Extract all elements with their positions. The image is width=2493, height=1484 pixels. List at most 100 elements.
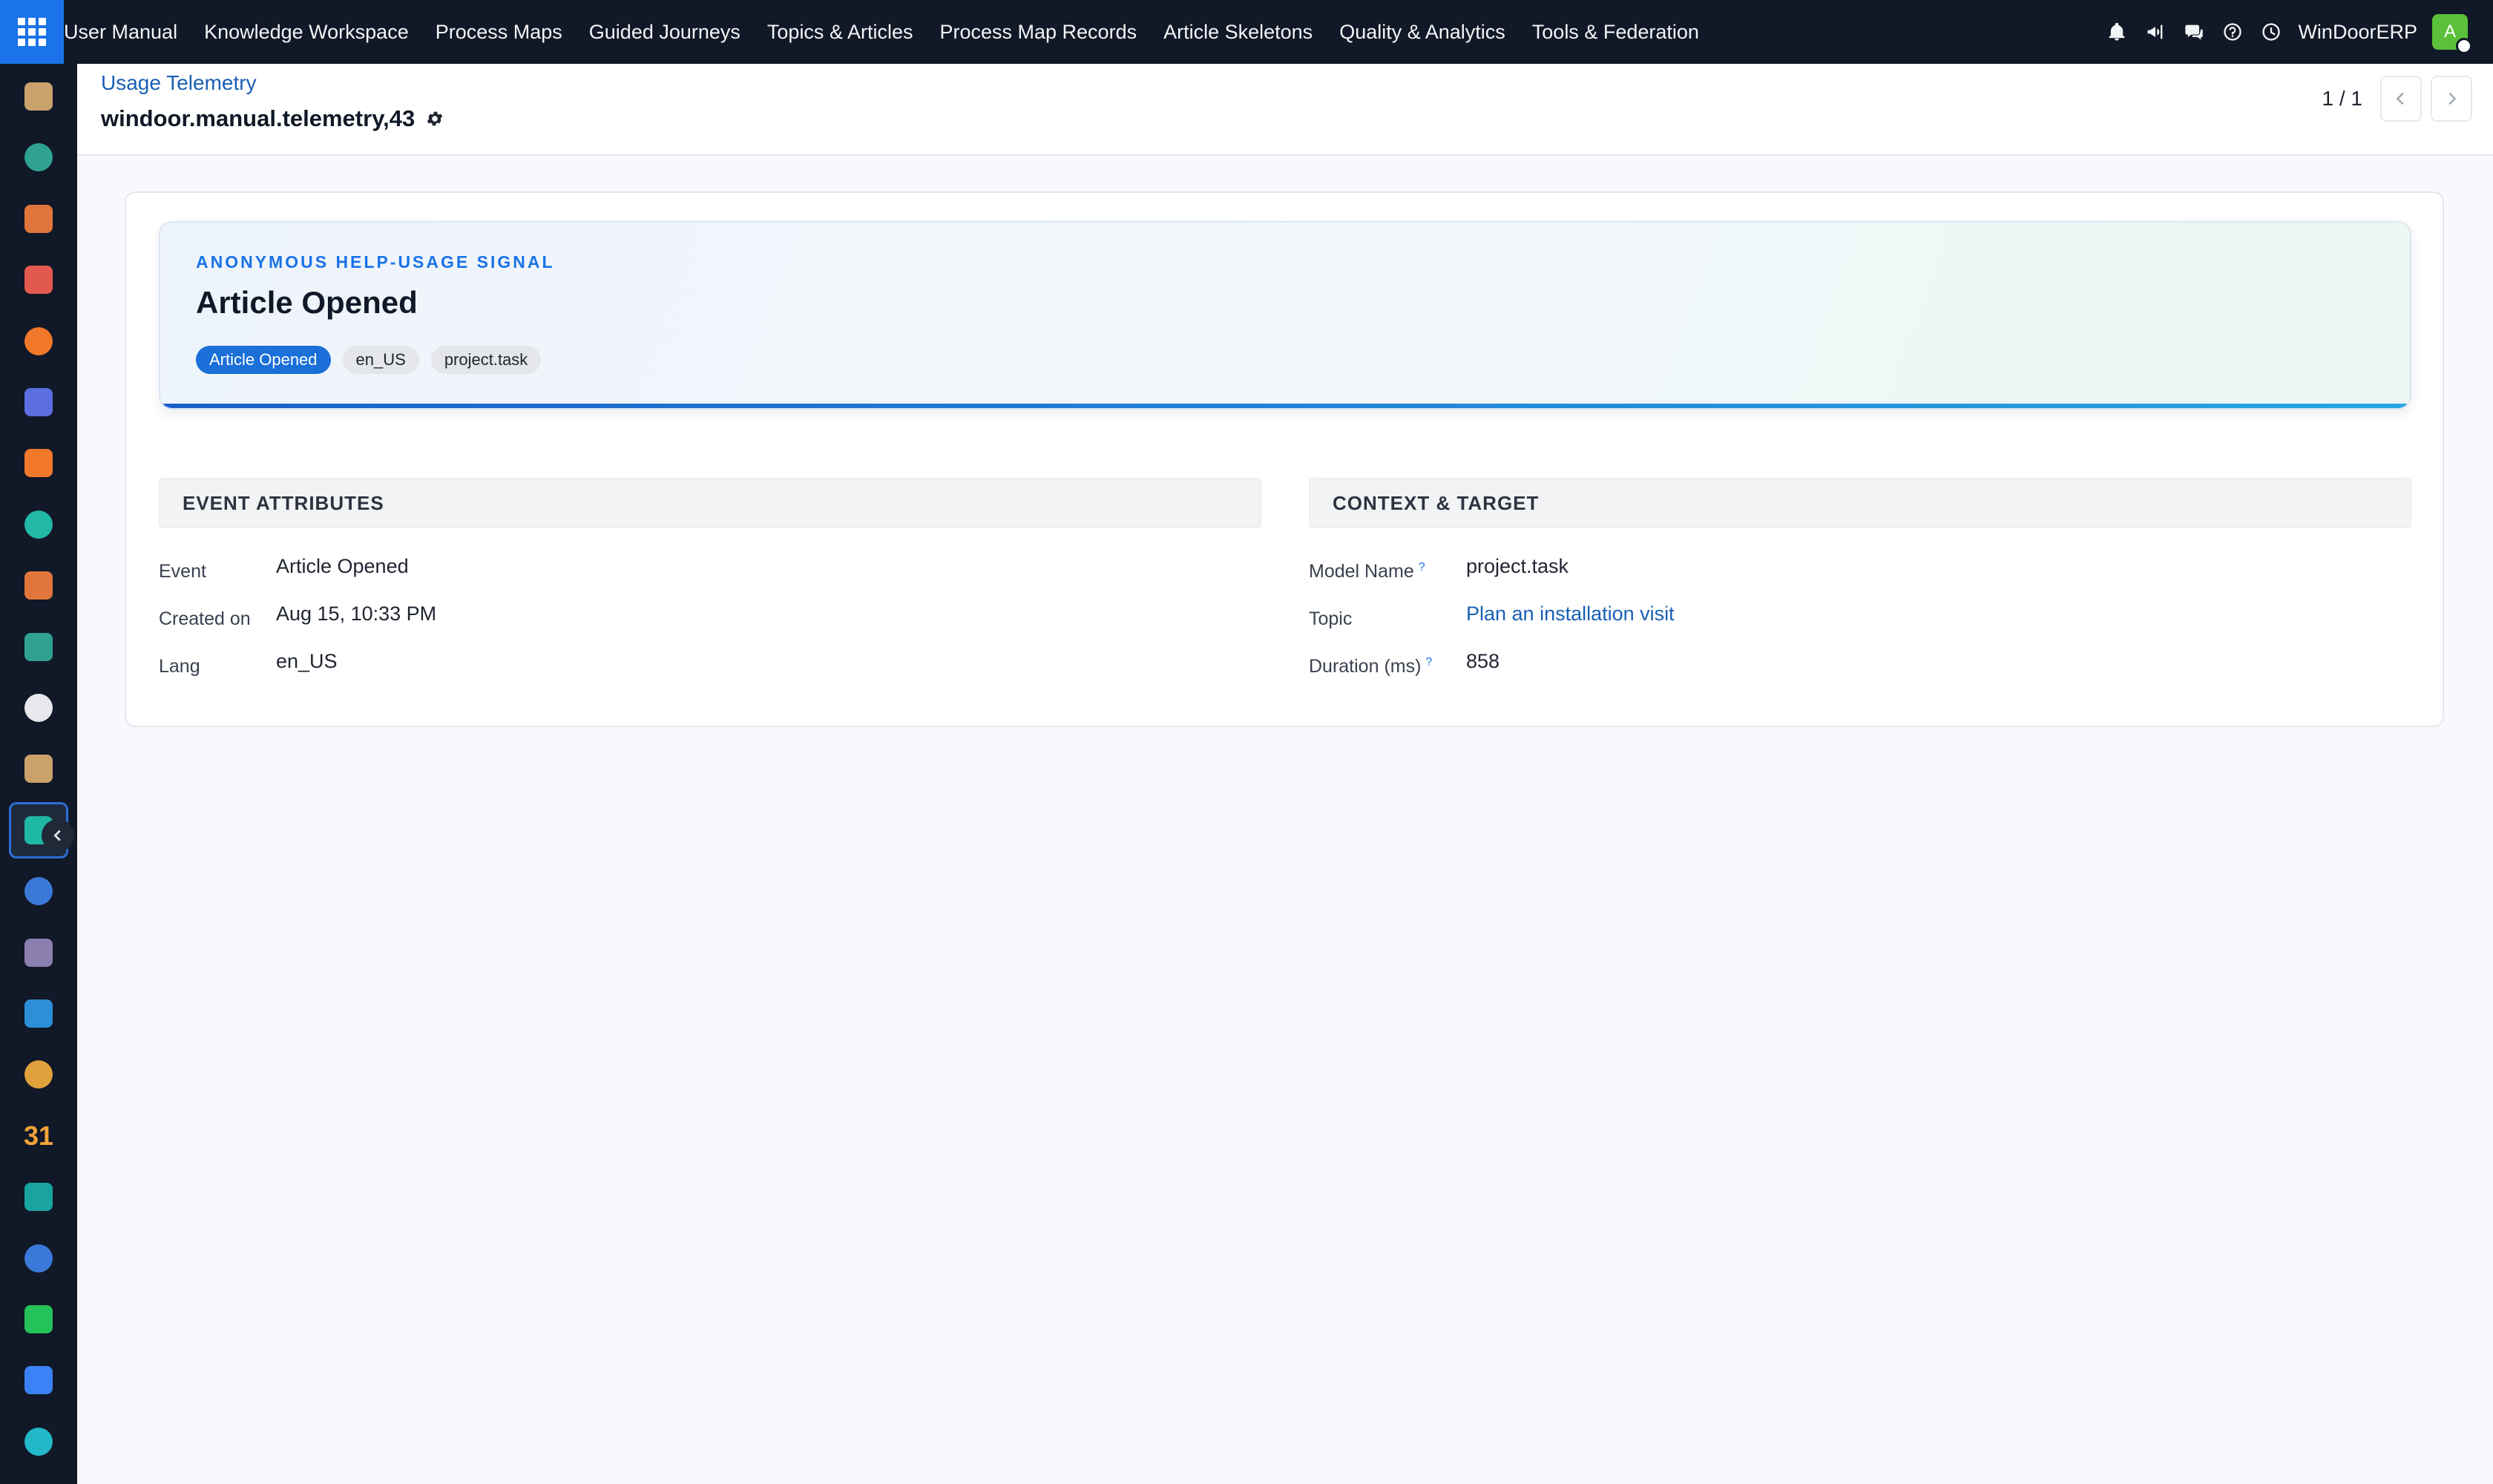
tag-lang: en_US xyxy=(342,346,419,374)
chevron-right-icon xyxy=(2448,92,2457,105)
group-context-target: CONTEXT & TARGET Model Name ? project.ta… xyxy=(1309,478,2411,677)
topic-link[interactable]: Plan an installation visit xyxy=(1466,603,1675,626)
rail-app-10[interactable] xyxy=(9,619,68,675)
menu-quality-analytics[interactable]: Quality & Analytics xyxy=(1326,0,1519,64)
rail-app-5[interactable] xyxy=(9,313,68,370)
field-label: Event xyxy=(159,561,206,582)
field-value: project.task xyxy=(1466,555,1569,577)
control-panel: Usage Telemetry windoor.manual.telemetry… xyxy=(77,64,2493,156)
rail-app-19[interactable] xyxy=(9,1169,68,1225)
help-tooltip-icon[interactable]: ? xyxy=(1419,561,1425,582)
menu-knowledge-workspace[interactable]: Knowledge Workspace xyxy=(191,0,422,64)
rail-app-6[interactable] xyxy=(9,374,68,430)
rail-app-3[interactable] xyxy=(9,191,68,247)
user-avatar[interactable]: A xyxy=(2432,14,2472,54)
app-icon xyxy=(24,388,53,416)
collapse-rail-button[interactable] xyxy=(42,819,74,852)
bell-icon[interactable] xyxy=(2098,0,2136,64)
tag-model: project.task xyxy=(430,346,542,374)
menu-article-skeletons[interactable]: Article Skeletons xyxy=(1150,0,1326,64)
app-icon xyxy=(24,143,53,172)
field-lang: Lang en_US xyxy=(159,646,338,690)
field-model-name: Model Name ? project.task xyxy=(1309,551,1569,595)
menu-brand-user-manual[interactable]: User Manual xyxy=(64,0,191,64)
rail-app-7[interactable] xyxy=(9,435,68,491)
field-value: Aug 15, 10:33 PM xyxy=(276,603,437,625)
menu-process-maps[interactable]: Process Maps xyxy=(422,0,576,64)
hero-card: ANONYMOUS HELP-USAGE SIGNAL Article Open… xyxy=(159,221,2411,410)
chevron-left-icon xyxy=(53,830,61,841)
field-value: en_US xyxy=(276,650,338,672)
rail-app-22[interactable] xyxy=(9,1352,68,1408)
pager: 1 / 1 xyxy=(2322,76,2472,122)
breadcrumb-usage-telemetry[interactable]: Usage Telemetry xyxy=(101,71,257,95)
rail-app-2[interactable] xyxy=(9,129,68,186)
field-duration: Duration (ms) ? 858 xyxy=(1309,646,1500,690)
systray: WinDoorERP A xyxy=(2098,0,2493,64)
rail-app-23[interactable] xyxy=(9,1414,68,1470)
pager-previous-button[interactable] xyxy=(2380,76,2422,122)
field-label: Duration (ms) ? xyxy=(1309,646,1432,677)
top-navbar: User Manual Knowledge Workspace Process … xyxy=(0,0,2493,64)
app-icon xyxy=(24,999,53,1028)
field-event: Event Article Opened xyxy=(159,551,409,595)
form-sheet: ANONYMOUS HELP-USAGE SIGNAL Article Open… xyxy=(125,191,2444,727)
rail-app-9[interactable] xyxy=(9,557,68,614)
menu-guided-journeys[interactable]: Guided Journeys xyxy=(576,0,754,64)
menu-process-map-records[interactable]: Process Map Records xyxy=(926,0,1150,64)
app-icon xyxy=(24,1427,53,1456)
rail-app-11[interactable] xyxy=(9,680,68,736)
app-icon xyxy=(24,938,53,967)
pager-value[interactable]: 1 / 1 xyxy=(2322,87,2362,111)
help-icon[interactable] xyxy=(2213,0,2252,64)
rail-app-12[interactable] xyxy=(9,741,68,797)
record-title: windoor.manual.telemetry,43 xyxy=(101,105,444,132)
rail-app-4[interactable] xyxy=(9,252,68,308)
app-icon xyxy=(24,204,53,233)
pager-next-button[interactable] xyxy=(2431,76,2472,122)
megaphone-icon[interactable] xyxy=(2136,0,2175,64)
app-icon xyxy=(24,510,53,539)
app-icon xyxy=(24,694,53,722)
rail-app-15[interactable] xyxy=(9,925,68,981)
app-icon xyxy=(24,266,53,295)
apps-grid-icon xyxy=(18,18,46,46)
rail-app-17[interactable] xyxy=(9,1046,68,1103)
chat-icon[interactable] xyxy=(2175,0,2213,64)
record-title-text: windoor.manual.telemetry,43 xyxy=(101,105,416,131)
rail-app-18[interactable]: 31 xyxy=(9,1108,68,1164)
app-icon xyxy=(24,755,53,784)
app-icon xyxy=(24,1305,53,1333)
app-icon xyxy=(24,877,53,906)
company-switcher[interactable]: WinDoorERP xyxy=(2298,21,2417,44)
hero-title: Article Opened xyxy=(196,285,418,320)
rail-app-21[interactable] xyxy=(9,1291,68,1347)
apps-menu-button[interactable] xyxy=(0,0,64,64)
app-icon xyxy=(24,571,53,600)
rail-app-14[interactable] xyxy=(9,863,68,919)
menu-tools-federation[interactable]: Tools & Federation xyxy=(1519,0,1712,64)
menu-topics-articles[interactable]: Topics & Articles xyxy=(754,0,927,64)
field-label: Created on xyxy=(159,608,251,629)
group-title: CONTEXT & TARGET xyxy=(1309,478,2411,528)
app-icon xyxy=(24,1060,53,1089)
rail-app-8[interactable] xyxy=(9,496,68,553)
clock-icon[interactable] xyxy=(2252,0,2290,64)
presence-dot xyxy=(2456,38,2472,54)
group-title: EVENT ATTRIBUTES xyxy=(159,478,1261,528)
hero-kicker: ANONYMOUS HELP-USAGE SIGNAL xyxy=(196,252,555,272)
rail-app-16[interactable] xyxy=(9,985,68,1042)
rail-app-1[interactable] xyxy=(9,68,68,125)
tag-event: Article Opened xyxy=(196,346,331,374)
rail-app-20[interactable] xyxy=(9,1230,68,1287)
field-label: Lang xyxy=(159,656,200,677)
help-tooltip-icon[interactable]: ? xyxy=(1425,656,1432,677)
main-menu: User Manual Knowledge Workspace Process … xyxy=(64,0,1712,64)
app-icon xyxy=(24,326,53,355)
gear-icon[interactable] xyxy=(425,109,444,128)
app-icon xyxy=(24,1244,53,1273)
field-label-text: Duration (ms) xyxy=(1309,656,1422,677)
chevron-left-icon xyxy=(2396,92,2404,105)
hero-tags: Article Opened en_US project.task xyxy=(196,346,542,374)
app-icon xyxy=(24,449,53,478)
